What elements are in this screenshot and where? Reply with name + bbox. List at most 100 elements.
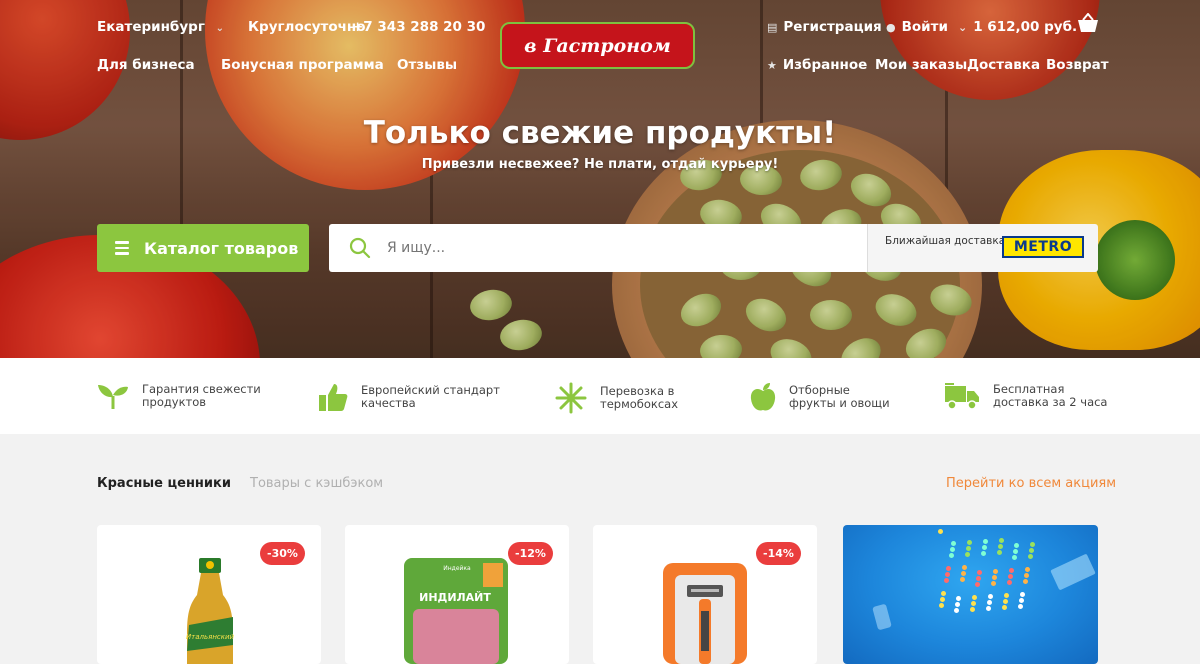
promo-banner[interactable] <box>843 525 1098 664</box>
confetti-dot <box>970 607 975 612</box>
confetti-dot <box>945 572 950 577</box>
confetti-dot <box>1003 599 1008 604</box>
confetti-dot <box>1020 592 1025 597</box>
confetti-dot <box>1024 573 1029 578</box>
confetti-dot <box>1004 593 1009 598</box>
confetti-dot <box>983 539 988 544</box>
feature-label: Отборные фрукты и овощи <box>789 383 890 410</box>
product-card[interactable]: -12% Индейка ИНДИЛАЙТ <box>345 525 569 664</box>
confetti-dot <box>975 582 980 587</box>
confetti-dot <box>997 550 1002 555</box>
confetti-dot <box>1028 554 1033 559</box>
features-bar: Гарантия свежести продуктов Европейский … <box>0 358 1200 434</box>
document-icon: ▤ <box>767 21 778 34</box>
confetti-dot <box>999 538 1004 543</box>
confetti-dot <box>955 602 960 607</box>
register-label: Регистрация <box>783 19 882 35</box>
confetti-dot <box>1025 567 1030 572</box>
product-card[interactable]: -14% <box>593 525 817 664</box>
nav-delivery[interactable]: Доставка <box>967 57 1040 73</box>
confetti-dot <box>946 566 951 571</box>
confetti-dot <box>1013 549 1018 554</box>
truck-icon <box>945 383 979 410</box>
confetti-dot <box>941 591 946 596</box>
catalog-button[interactable]: Каталог товаров <box>97 224 309 272</box>
confetti-dot <box>988 594 993 599</box>
hero-subtitle: Привезли несвежее? Не плати, отдай курье… <box>421 157 779 172</box>
confetti-dot <box>944 578 949 583</box>
confetti-dot <box>1023 579 1028 584</box>
basket-icon[interactable] <box>1077 13 1099 33</box>
confetti-dot <box>1030 542 1035 547</box>
promo-shape <box>1050 553 1096 591</box>
confetti-dot <box>1019 598 1024 603</box>
confetti-dot <box>1008 574 1013 579</box>
confetti-dot <box>940 597 945 602</box>
confetti-dot <box>961 571 966 576</box>
user-icon: ● <box>886 21 896 34</box>
feature-free-delivery: Бесплатная доставка за 2 часа <box>944 382 1107 410</box>
promo-shape <box>872 603 892 631</box>
feature-label: Гарантия свежести продуктов <box>142 382 261 409</box>
confetti-dot <box>1012 555 1017 560</box>
chevron-down-icon: ⌄ <box>958 21 968 34</box>
confetti-dot <box>987 600 992 605</box>
confetti-dot <box>971 601 976 606</box>
sprout-icon <box>98 385 128 409</box>
confetti-dot <box>982 545 987 550</box>
search-input[interactable] <box>387 240 827 256</box>
discount-badge: -30% <box>260 542 305 565</box>
product-label-text: Итальянский <box>186 633 235 641</box>
confetti-dot <box>967 540 972 545</box>
product-subbrand-text: Индейка <box>443 565 471 572</box>
feature-label: Перевозка в термобоксах <box>600 384 679 411</box>
cart-total-label: 1 612,00 руб. <box>973 19 1078 35</box>
city-selector[interactable]: Екатеринбург ⌄ <box>97 19 224 35</box>
login-label: Войти <box>901 19 948 35</box>
nav-return[interactable]: Возврат <box>1046 57 1109 73</box>
tab-cashback[interactable]: Товары с кэшбэком <box>250 476 383 491</box>
menu-icon <box>115 238 129 258</box>
nearest-delivery[interactable]: Ближайшая доставка METRO <box>867 224 1098 272</box>
confetti-dot <box>976 576 981 581</box>
phone-link[interactable]: +7 343 288 20 30 <box>352 19 485 35</box>
apple-icon <box>750 383 776 411</box>
confetti-dot <box>977 570 982 575</box>
confetti-dot <box>939 603 944 608</box>
razor-pack-image <box>663 563 747 664</box>
nav-reviews[interactable]: Отзывы <box>397 57 457 73</box>
feature-freshness: Гарантия свежести продуктов <box>97 382 261 410</box>
tab-red-prices[interactable]: Красные ценники <box>97 476 231 491</box>
login-link[interactable]: ● Войти <box>886 19 948 35</box>
nav-favorites[interactable]: ★ Избранное <box>767 57 867 73</box>
nav-my-orders[interactable]: Мои заказы <box>875 57 967 73</box>
site-logo[interactable]: в Гастроном <box>500 22 695 69</box>
confetti-dot <box>1007 580 1012 585</box>
confetti-dot <box>954 608 959 613</box>
hero-title: Только свежие продукты! <box>363 115 837 151</box>
product-brand-text: ИНДИЛАЙТ <box>419 591 491 604</box>
register-link[interactable]: ▤ Регистрация <box>767 19 882 35</box>
hours-label: Круглосуточно <box>248 19 366 35</box>
logo-text: в Гастроном <box>524 34 671 57</box>
city-label: Екатеринбург <box>97 19 205 35</box>
confetti-dot <box>993 569 998 574</box>
snowflake-icon <box>555 382 587 414</box>
confetti-dot <box>956 596 961 601</box>
product-card[interactable]: -30% Итальянский <box>97 525 321 664</box>
confetti-dot <box>949 553 954 558</box>
catalog-button-label: Каталог товаров <box>144 238 299 258</box>
feature-fruits: Отборные фрукты и овощи <box>750 382 890 412</box>
nav-business[interactable]: Для бизнеса <box>97 57 195 73</box>
star-icon: ★ <box>767 59 777 72</box>
cart-total[interactable]: ⌄ 1 612,00 руб. <box>958 19 1077 35</box>
confetti-dot <box>986 606 991 611</box>
nav-bonus[interactable]: Бонусная программа <box>221 57 384 73</box>
confetti-dot <box>1018 604 1023 609</box>
confetti-dot <box>1029 548 1034 553</box>
search-bar <box>329 224 867 272</box>
search-icon[interactable] <box>349 237 371 259</box>
feature-thermobox: Перевозка в термобоксах <box>555 382 678 414</box>
all-promos-link[interactable]: Перейти ко всем акциям <box>946 476 1116 491</box>
confetti-dot <box>992 575 997 580</box>
